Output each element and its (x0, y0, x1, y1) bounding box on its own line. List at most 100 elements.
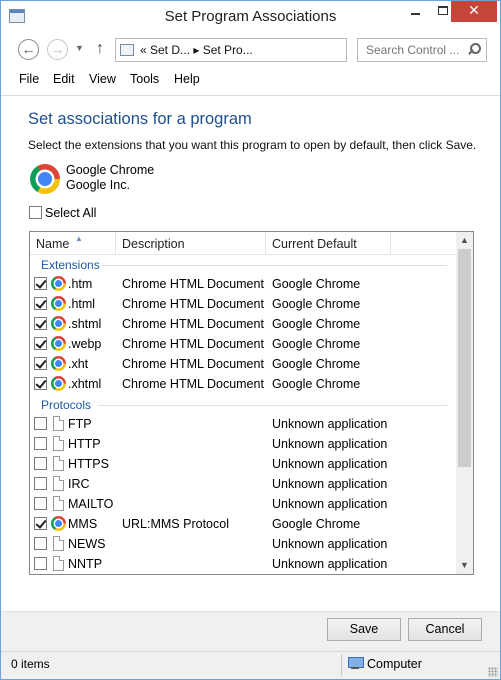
menu-file[interactable]: File (19, 72, 39, 86)
minimize-button[interactable] (401, 1, 429, 22)
column-header-name-label: Name (36, 237, 70, 251)
row-checkbox[interactable] (34, 277, 47, 290)
list-item[interactable]: NNTP Unknown application (30, 554, 457, 574)
checkbox-icon[interactable] (29, 206, 42, 220)
menu-help[interactable]: Help (174, 72, 200, 86)
item-description: Chrome HTML Document (122, 377, 264, 391)
search-icon[interactable] (467, 41, 481, 57)
scroll-down-icon[interactable]: ▼ (456, 557, 473, 574)
list-item[interactable]: NEWS Unknown application (30, 534, 457, 554)
menu-view[interactable]: View (89, 72, 116, 86)
item-current-default: Unknown application (272, 497, 388, 511)
row-checkbox[interactable] (34, 357, 47, 370)
row-checkbox[interactable] (34, 297, 47, 310)
item-description: Chrome HTML Document (122, 357, 264, 371)
scroll-up-icon[interactable]: ▲ (456, 232, 473, 249)
list-item[interactable]: FTP Unknown application (30, 414, 457, 434)
column-separator[interactable] (115, 232, 116, 255)
item-name: IRC (68, 477, 90, 491)
list-item[interactable]: .webp Chrome HTML Document Google Chrome (30, 334, 457, 354)
row-checkbox[interactable] (34, 417, 47, 430)
vertical-scrollbar[interactable]: ▲ ▼ (456, 232, 473, 574)
list-item[interactable]: HTTPS Unknown application (30, 454, 457, 474)
row-checkbox[interactable] (34, 557, 47, 570)
associations-list[interactable]: Name ▲ Description Current Default Exten… (29, 231, 474, 575)
list-item[interactable]: IRC Unknown application (30, 474, 457, 494)
select-all-checkbox[interactable]: Select All (29, 205, 96, 220)
group-divider (102, 265, 447, 266)
item-current-default: Google Chrome (272, 377, 361, 391)
chrome-icon (51, 376, 66, 391)
item-current-default: Google Chrome (272, 357, 361, 371)
list-item[interactable]: HTTP Unknown application (30, 434, 457, 454)
group-divider (98, 405, 447, 406)
row-checkbox[interactable] (34, 457, 47, 470)
list-item[interactable]: .html Chrome HTML Document Google Chrome (30, 294, 457, 314)
item-name: .xhtml (68, 377, 102, 391)
save-button[interactable]: Save (327, 618, 401, 641)
file-icon (53, 476, 64, 491)
menu-bar: File Edit View Tools Help (1, 69, 500, 89)
file-icon (53, 536, 64, 551)
column-header-name[interactable]: Name ▲ (36, 234, 83, 251)
row-checkbox[interactable] (34, 497, 47, 510)
title-bar[interactable]: Set Program Associations ✕ (1, 1, 500, 32)
list-item[interactable]: .htm Chrome HTML Document Google Chrome (30, 274, 457, 294)
row-checkbox[interactable] (34, 477, 47, 490)
menu-edit[interactable]: Edit (53, 72, 75, 86)
list-item[interactable]: .xht Chrome HTML Document Google Chrome (30, 354, 457, 374)
up-button[interactable]: ↑ (96, 40, 104, 58)
row-checkbox[interactable] (34, 377, 47, 390)
forward-button[interactable]: → (47, 39, 68, 60)
column-separator[interactable] (265, 232, 266, 255)
address-path[interactable]: « Set D... ▸ Set Pro... (140, 43, 253, 57)
item-name: NEWS (68, 537, 106, 551)
button-bar: Save Cancel (1, 611, 500, 651)
program-name: Google Chrome (66, 163, 155, 177)
column-header-description[interactable]: Description (122, 237, 185, 251)
file-icon (53, 456, 64, 471)
group-header-protocols: Protocols (30, 396, 457, 414)
status-divider (341, 654, 342, 676)
item-current-default: Unknown application (272, 437, 388, 451)
row-checkbox[interactable] (34, 517, 47, 530)
list-item[interactable]: MMS URL:MMS Protocol Google Chrome (30, 514, 457, 534)
row-checkbox[interactable] (34, 317, 47, 330)
group-header-extensions: Extensions (30, 256, 457, 274)
close-button[interactable]: ✕ (451, 1, 497, 22)
item-count: 0 items (11, 657, 50, 671)
item-name: .xht (68, 357, 89, 371)
item-current-default: Unknown application (272, 537, 388, 551)
search-input[interactable] (364, 42, 464, 58)
row-checkbox[interactable] (34, 537, 47, 550)
list-item[interactable]: .xhtml Chrome HTML Document Google Chrome (30, 374, 457, 394)
recent-locations-dropdown[interactable]: ▼ (75, 43, 84, 53)
chrome-icon (30, 164, 60, 194)
item-current-default: Google Chrome (272, 317, 361, 331)
item-description: Chrome HTML Document (122, 277, 264, 291)
file-icon (53, 496, 64, 511)
list-item[interactable]: .shtml Chrome HTML Document Google Chrome (30, 314, 457, 334)
cancel-button[interactable]: Cancel (408, 618, 482, 641)
item-description: URL:MMS Protocol (122, 517, 229, 531)
select-all-label[interactable]: Select All (45, 206, 96, 220)
list-item[interactable]: MAILTO Unknown application (30, 494, 457, 514)
search-box[interactable] (357, 38, 487, 62)
column-separator[interactable] (390, 232, 391, 255)
group-label: Protocols (41, 398, 92, 412)
item-current-default: Google Chrome (272, 297, 361, 311)
row-checkbox[interactable] (34, 437, 47, 450)
resize-grip-icon[interactable] (488, 667, 498, 677)
back-button[interactable]: ← (18, 39, 39, 60)
page-title: Set associations for a program (28, 110, 252, 128)
item-current-default: Unknown application (272, 477, 388, 491)
menu-tools[interactable]: Tools (130, 72, 159, 86)
address-bar[interactable]: « Set D... ▸ Set Pro... ▼ ↻ (115, 38, 450, 62)
row-checkbox[interactable] (34, 337, 47, 350)
scrollbar-thumb[interactable] (458, 249, 471, 467)
item-name: NNTP (68, 557, 103, 571)
column-header-current-default[interactable]: Current Default (272, 237, 357, 251)
group-label: Extensions (41, 258, 100, 272)
chrome-icon (51, 356, 66, 371)
maximize-icon (438, 6, 448, 15)
